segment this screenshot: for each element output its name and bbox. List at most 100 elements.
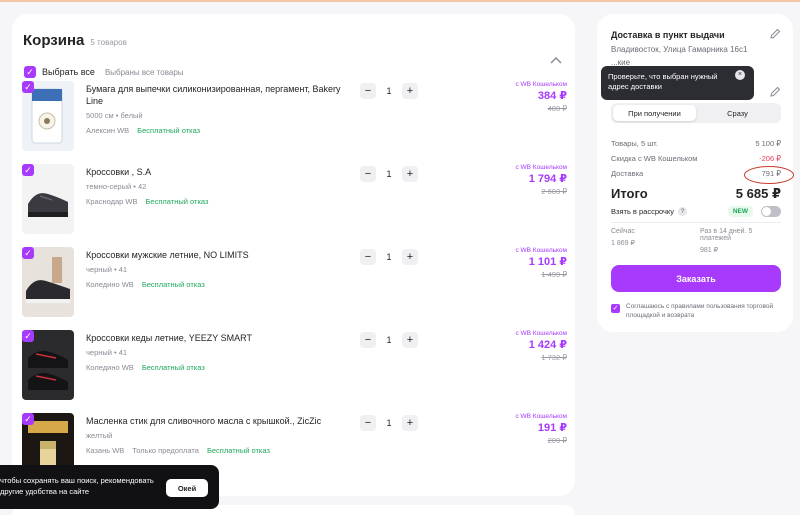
increase-quantity-button[interactable]: + [402, 332, 418, 348]
product-seller: Алексин WB Бесплатный отказ [86, 126, 200, 135]
product-attributes: желтый [86, 431, 113, 440]
installment-label: Взять в рассрочку [611, 207, 675, 216]
increase-quantity-button[interactable]: + [402, 83, 418, 99]
product-name[interactable]: Бумага для выпечки силиконизированная, п… [86, 83, 356, 107]
chevron-up-icon[interactable] [549, 54, 563, 66]
price-old: 1 499 ₽ [541, 270, 567, 279]
discount-value: -206 ₽ [759, 154, 781, 163]
agreement-checkbox[interactable]: ✓ [611, 304, 620, 313]
product-seller: Коледино WB Бесплатный отказ [86, 363, 205, 372]
item-checkbox[interactable]: ✓ [22, 413, 34, 425]
product-name[interactable]: Кроссовки кеды летние, YEEZY SMART [86, 332, 356, 344]
discount-label: Скидка с WB Кошельком [611, 154, 698, 163]
prepay-only-label: Только предоплата [132, 446, 199, 455]
cookie-text: чтобы сохранять ваш поиск, рекомендовать… [0, 476, 154, 496]
quantity-stepper: − 1 + [360, 83, 418, 99]
annotation-circle [744, 166, 794, 184]
increase-quantity-button[interactable]: + [402, 415, 418, 431]
pencil-icon[interactable] [770, 86, 781, 97]
now-value: 1 869 ₽ [611, 240, 635, 247]
decrease-quantity-button[interactable]: − [360, 415, 376, 431]
new-badge: NEW [727, 206, 753, 217]
decrease-quantity-button[interactable]: − [360, 249, 376, 265]
decrease-quantity-button[interactable]: − [360, 332, 376, 348]
wallet-note: с WB Кошельком [515, 164, 567, 171]
price-current: 1 101 ₽ [528, 256, 567, 268]
delivery-cost-label: Доставка [611, 169, 644, 178]
product-attributes: черный • 41 [86, 265, 128, 274]
price-old: 2 603 ₽ [541, 187, 567, 196]
quantity-stepper: − 1 + [360, 249, 418, 265]
installment-toggle[interactable] [761, 206, 781, 217]
price-old: 480 ₽ [547, 104, 567, 113]
summary-total-row: Итого 5 685 ₽ [611, 186, 781, 202]
price-old: 209 ₽ [547, 436, 567, 445]
wallet-note: с WB Кошельком [515, 81, 567, 88]
item-checkbox[interactable]: ✓ [22, 81, 34, 93]
cart-title: Корзина [23, 32, 85, 49]
decrease-quantity-button[interactable]: − [360, 166, 376, 182]
tab-pay-now[interactable]: Сразу [696, 105, 779, 121]
payment-method-tabs: При получении Сразу [611, 103, 781, 123]
now-label: Сейчас [611, 228, 635, 235]
item-checkbox[interactable]: ✓ [22, 164, 34, 176]
wallet-note: с WB Кошельком [515, 330, 567, 337]
goods-label: Товары, 5 шт. [611, 139, 658, 148]
delivery-title[interactable]: Доставка в пункт выдачи [611, 30, 725, 40]
cart-item: ✓ Кроссовки , S.A темно-серый • 42 Красн… [22, 164, 567, 236]
free-return-label: Бесплатный отказ [206, 446, 270, 455]
price-block: с WB Кошельком 1 101 ₽ 1 499 ₽ [515, 247, 567, 279]
price-block: с WB Кошельком 1 794 ₽ 2 603 ₽ [515, 164, 567, 196]
product-name[interactable]: Кроссовки , S.A [86, 166, 356, 178]
quantity-value: 1 [386, 252, 392, 262]
total-value: 5 685 ₽ [735, 186, 781, 201]
price-block: с WB Кошельком 384 ₽ 480 ₽ [515, 81, 567, 113]
select-all-checkbox[interactable]: ✓ [24, 66, 36, 78]
wallet-note: с WB Кошельком [515, 413, 567, 420]
product-name[interactable]: Кроссовки мужские летние, NO LIMITS [86, 249, 356, 261]
quantity-stepper: − 1 + [360, 415, 418, 431]
select-all-control[interactable]: ✓ Выбрать все Выбраны все товары [24, 66, 184, 78]
product-attributes: черный • 41 [86, 348, 128, 357]
installment-now: Сейчас 1 869 ₽ [611, 228, 692, 254]
cart-item-count: 5 товаров [90, 38, 127, 47]
free-return-label: Бесплатный отказ [141, 280, 205, 289]
product-seller: Коледино WB Бесплатный отказ [86, 280, 205, 289]
tab-pay-on-receipt[interactable]: При получении [613, 105, 696, 121]
product-seller: Казань WB Только предоплата Бесплатный отк… [86, 446, 270, 455]
free-return-label: Бесплатный отказ [145, 197, 209, 206]
quantity-stepper: − 1 + [360, 332, 418, 348]
warehouse-label: Краснодар WB [86, 197, 138, 206]
item-checkbox[interactable]: ✓ [22, 330, 34, 342]
product-attributes: 5000 см • белый [86, 111, 143, 120]
increase-quantity-button[interactable]: + [402, 249, 418, 265]
close-icon[interactable]: × [735, 70, 745, 80]
price-block: с WB Кошельком 1 424 ₽ 1 732 ₽ [515, 330, 567, 362]
agreement-text: Соглашаюсь с правилами пользования торго… [626, 303, 774, 319]
decrease-quantity-button[interactable]: − [360, 83, 376, 99]
cookie-accept-button[interactable]: Окей [166, 479, 208, 497]
summary-goods-row: Товары, 5 шт. 5 100 ₽ [611, 139, 781, 148]
product-name[interactable]: Масленка стик для сливочного масла с кры… [86, 415, 356, 427]
warehouse-label: Коледино WB [86, 280, 134, 289]
help-icon[interactable]: ? [678, 207, 688, 216]
pencil-icon[interactable] [770, 28, 781, 39]
installment-row: Взять в рассрочку ? NEW [611, 206, 781, 217]
price-current: 191 ₽ [537, 422, 567, 434]
warehouse-label: Коледино WB [86, 363, 134, 372]
quantity-value: 1 [386, 418, 392, 428]
price-old: 1 732 ₽ [541, 353, 567, 362]
divider [611, 222, 781, 223]
cart-header: Корзина 5 товаров [23, 32, 127, 49]
increase-quantity-button[interactable]: + [402, 166, 418, 182]
place-order-button[interactable]: Заказать [611, 265, 781, 292]
product-attributes: темно-серый • 42 [86, 182, 147, 191]
cart-item: ✓ Кроссовки мужские летние, NO LIMITS че… [22, 247, 567, 319]
warehouse-label: Алексин WB [86, 126, 130, 135]
cart-item: ✓ Бумага для выпечки силиконизированная,… [22, 81, 567, 153]
cookie-banner: чтобы сохранять ваш поиск, рекомендовать… [0, 465, 219, 509]
total-label: Итого [611, 186, 648, 201]
item-checkbox[interactable]: ✓ [22, 247, 34, 259]
quantity-stepper: − 1 + [360, 166, 418, 182]
later-label: Раз в 14 дней. 5 платежей [700, 228, 753, 242]
